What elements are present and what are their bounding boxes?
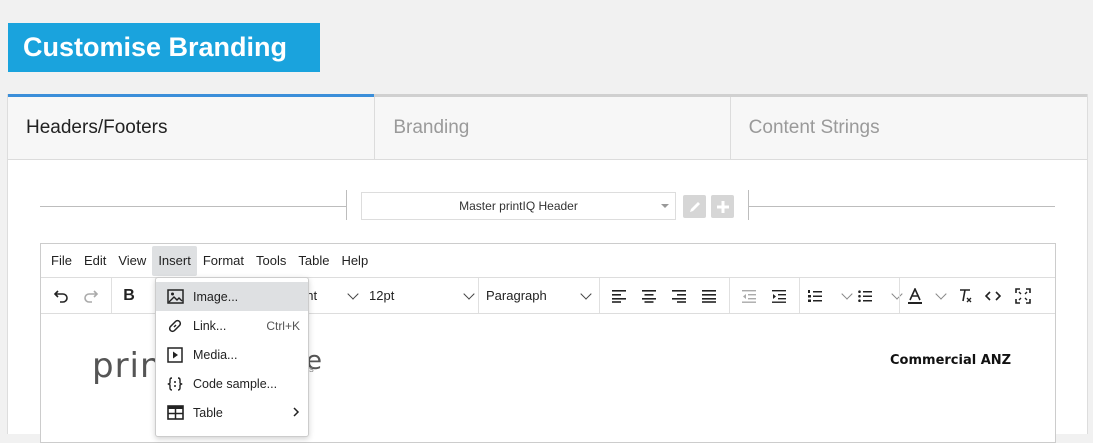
align-justify-icon	[702, 289, 716, 303]
font-size-value: 12pt	[369, 288, 395, 303]
source-code-icon	[985, 290, 1001, 301]
link-icon	[166, 317, 184, 335]
menu-insert[interactable]: Insert	[152, 245, 197, 276]
undo-button[interactable]	[49, 278, 73, 313]
align-center-icon	[642, 289, 656, 303]
chevron-down-icon	[935, 287, 947, 300]
bullet-list-icon	[858, 289, 872, 302]
template-select[interactable]: Master printIQ Header	[361, 192, 676, 220]
menu-item-image[interactable]: Image...	[156, 282, 308, 311]
editor-menubar: File Edit View Insert Format Tools Table…	[41, 244, 1055, 278]
code-sample-icon	[166, 375, 184, 393]
align-justify-button[interactable]	[697, 278, 721, 313]
align-left-button[interactable]	[607, 278, 631, 313]
pencil-icon	[689, 201, 700, 212]
numbered-list-button[interactable]	[807, 278, 853, 313]
company-logo-subtext: S	[309, 367, 314, 374]
menu-table[interactable]: Table	[292, 246, 335, 276]
clear-formatting-button[interactable]	[953, 278, 977, 313]
table-icon	[166, 404, 184, 422]
bold-button[interactable]: B	[117, 278, 141, 313]
tab-headers-footers[interactable]: Headers/Footers	[8, 94, 376, 159]
fullscreen-icon	[1015, 287, 1031, 304]
menu-format[interactable]: Format	[197, 246, 250, 276]
toolbar-separator	[599, 278, 600, 313]
divider-right-start	[748, 190, 749, 220]
menu-item-link-shortcut: Ctrl+K	[266, 318, 300, 333]
align-right-button[interactable]	[667, 278, 691, 313]
menu-item-table-label: Table	[193, 405, 223, 420]
template-select-value: Master printIQ Header	[459, 199, 578, 213]
indent-button[interactable]	[767, 278, 791, 313]
menu-file[interactable]: File	[45, 246, 78, 276]
plus-icon	[716, 200, 729, 213]
align-left-icon	[612, 289, 626, 303]
page-title: Customise Branding	[8, 23, 320, 72]
chevron-right-icon	[292, 406, 300, 420]
menu-item-link[interactable]: Link... Ctrl+K	[156, 311, 308, 340]
menu-item-media-label: Media...	[193, 347, 238, 362]
menu-help[interactable]: Help	[335, 246, 374, 276]
menu-item-code-sample-label: Code sample...	[193, 376, 278, 391]
fullscreen-button[interactable]	[1011, 278, 1035, 313]
chevron-down-icon	[841, 287, 853, 300]
company-logo: prin	[92, 346, 163, 386]
menu-item-media[interactable]: Media...	[156, 340, 308, 369]
text-color-icon	[908, 287, 922, 304]
outdent-button[interactable]	[737, 278, 761, 313]
toolbar-separator	[111, 278, 112, 313]
menu-item-table[interactable]: Table	[156, 398, 308, 427]
chevron-down-icon	[347, 287, 359, 300]
redo-button[interactable]	[79, 278, 103, 313]
tab-bar: Headers/Footers Branding Content Strings	[8, 94, 1087, 160]
tab-content-strings[interactable]: Content Strings	[731, 97, 1087, 159]
chevron-down-icon	[463, 287, 475, 300]
toolbar-separator	[729, 278, 730, 313]
numbered-list-icon	[808, 289, 822, 302]
menu-item-code-sample[interactable]: Code sample...	[156, 369, 308, 398]
text-color-button[interactable]	[907, 278, 947, 313]
toolbar-separator	[799, 278, 800, 313]
tab-branding[interactable]: Branding	[375, 97, 731, 159]
insert-menu-dropdown: Image... Link... Ctrl+K Media... Code sa…	[155, 277, 309, 437]
menu-view[interactable]: View	[112, 246, 152, 276]
undo-icon	[53, 289, 68, 303]
redo-icon	[84, 289, 99, 303]
indent-icon	[772, 289, 786, 303]
menu-item-image-label: Image...	[193, 289, 239, 304]
divider-left-end	[346, 190, 347, 220]
bullet-list-button[interactable]	[857, 278, 903, 313]
menu-edit[interactable]: Edit	[78, 246, 112, 276]
align-right-icon	[672, 289, 686, 303]
media-icon	[166, 346, 184, 364]
divider-left	[40, 206, 346, 207]
source-code-button[interactable]	[981, 278, 1005, 313]
chevron-down-icon	[580, 287, 592, 300]
clear-formatting-icon	[960, 288, 972, 302]
company-name: Commercial ANZ	[890, 353, 1012, 368]
block-format-select[interactable]: Paragraph	[486, 278, 592, 313]
block-format-value: Paragraph	[486, 288, 547, 303]
edit-template-button[interactable]	[683, 195, 706, 218]
image-icon	[166, 288, 184, 306]
divider-right	[748, 206, 1055, 207]
toolbar-separator	[478, 278, 479, 313]
chevron-down-icon	[661, 204, 669, 208]
chevron-down-icon	[891, 287, 903, 300]
align-center-button[interactable]	[637, 278, 661, 313]
font-size-select[interactable]: 12pt	[369, 278, 475, 313]
toolbar-separator	[899, 278, 900, 313]
menu-item-link-label: Link...	[193, 318, 227, 333]
outdent-icon	[742, 289, 756, 303]
menu-tools[interactable]: Tools	[250, 246, 292, 276]
add-template-button[interactable]	[711, 195, 734, 218]
